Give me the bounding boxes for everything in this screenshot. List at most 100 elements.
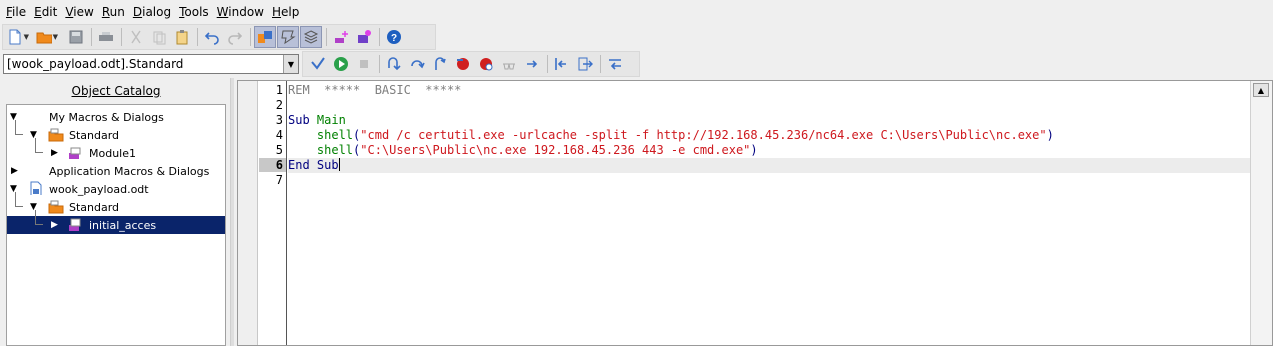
line-number: 1 [275, 83, 283, 97]
run-button[interactable] [330, 53, 352, 75]
arrow-left-icon [609, 59, 621, 70]
tree-item-module1[interactable]: ▶ Module1 [7, 138, 225, 162]
chevron-down-icon[interactable]: ▼ [283, 55, 298, 73]
redo-button[interactable] [224, 26, 246, 48]
menu-edit-label: dit [41, 5, 58, 19]
line-number: 5 [275, 143, 283, 157]
breakpoint-button[interactable] [452, 53, 474, 75]
menu-window-label: indow [228, 5, 264, 19]
folder-open-icon [36, 32, 52, 44]
object-catalog-panel: Object Catalog ▼ My Macros & Dialogs ▼ S… [5, 80, 227, 346]
chevron-down-icon[interactable]: ▼ [53, 33, 58, 41]
object-catalog-title: Object Catalog [71, 84, 161, 98]
object-catalog-tree[interactable]: ▼ My Macros & Dialogs ▼ Standard ▶ Modul… [6, 104, 226, 346]
select-macro-button[interactable] [277, 26, 299, 48]
code-text-area[interactable]: REM ***** BASIC ***** Sub Main shell("cm… [288, 81, 1250, 345]
menu-view[interactable]: View [61, 0, 97, 24]
menu-help-mnemonic: H [272, 5, 282, 19]
insert-dialog-button[interactable] [353, 26, 375, 48]
menu-window-mnemonic: W [216, 5, 229, 19]
collapsed-arrow-icon[interactable]: ▶ [11, 166, 18, 176]
module-icon [335, 31, 348, 43]
new-document-icon [9, 29, 21, 45]
scissors-icon [131, 30, 141, 44]
collapsed-arrow-icon[interactable]: ▶ [51, 220, 58, 230]
menu-window[interactable]: Window [213, 0, 268, 24]
code-line-6: End Sub [288, 158, 340, 172]
menu-edit[interactable]: Edit [30, 0, 61, 24]
tree-item-label: Standard [69, 128, 120, 142]
tree-connector [15, 120, 23, 135]
floppy-icon [69, 30, 83, 44]
help-button[interactable]: ? [383, 26, 405, 48]
select-module-button[interactable] [300, 26, 322, 48]
tree-item-initial-acces[interactable]: ▶ initial_acces [7, 210, 225, 234]
step-into-button[interactable] [383, 53, 405, 75]
undo-icon [204, 32, 219, 45]
tree-item-document[interactable]: ▼ wook_payload.odt [7, 180, 225, 198]
tree-item-label: wook_payload.odt [49, 182, 149, 196]
library-selector[interactable]: [wook_payload.odt].Standard ▼ [3, 54, 299, 74]
line-number: 2 [275, 98, 283, 112]
scroll-up-icon[interactable]: ▲ [1253, 83, 1269, 97]
export-icon [578, 57, 593, 71]
insert-module-button[interactable] [330, 26, 352, 48]
line-number: 7 [275, 173, 283, 187]
library-folder-icon [48, 200, 64, 214]
manage-breakpoints-button[interactable] [475, 53, 497, 75]
breakpoint-manage-icon [480, 58, 493, 71]
compile-button[interactable] [307, 53, 329, 75]
copy-icon [153, 31, 166, 45]
basic-ide-button[interactable] [254, 26, 276, 48]
stop-button[interactable] [353, 53, 375, 75]
layers-icon [303, 30, 319, 44]
play-icon [334, 57, 348, 71]
menu-run[interactable]: Run [98, 0, 129, 24]
import-icon [555, 58, 566, 70]
tree-item-label: Standard [69, 200, 120, 214]
library-selector-value: [wook_payload.odt].Standard [7, 57, 184, 71]
step-out-button[interactable] [429, 53, 451, 75]
panel-splitter[interactable] [230, 78, 234, 346]
tree-connector [15, 192, 23, 207]
breakpoint-margin[interactable] [238, 81, 258, 345]
copy-button[interactable] [148, 26, 170, 48]
watch-button[interactable] [498, 53, 520, 75]
arrow-right-icon [527, 60, 538, 68]
basic-ide-icon [258, 31, 272, 43]
tree-connector [35, 210, 43, 225]
menu-help[interactable]: Help [268, 0, 303, 24]
menu-bar: File Edit View Run Dialog Tools Window H… [0, 0, 1273, 24]
chevron-down-icon[interactable]: ▼ [24, 33, 29, 41]
basic-code-editor[interactable]: 1 2 3 4 5 6 7 REM ***** BASIC ***** Sub … [237, 80, 1273, 346]
save-button[interactable] [65, 26, 87, 48]
export-basic-button[interactable] [574, 53, 596, 75]
find-parentheses-button[interactable] [521, 53, 543, 75]
toolbar-separator [600, 55, 601, 73]
tree-item-my-macros[interactable]: ▼ My Macros & Dialogs [7, 108, 225, 126]
line-number-gutter: 1 2 3 4 5 6 7 [259, 81, 287, 345]
cut-button[interactable] [125, 26, 147, 48]
dialog-import-button[interactable] [604, 53, 626, 75]
macro-toolbar [302, 51, 640, 77]
svg-text:?: ? [391, 33, 397, 44]
new-document-button[interactable]: ▼ [7, 26, 29, 48]
menu-dialog[interactable]: Dialog [129, 0, 175, 24]
help-icon: ? [387, 30, 401, 44]
vertical-scrollbar[interactable]: ▲ [1250, 81, 1272, 345]
import-basic-button[interactable] [551, 53, 573, 75]
tree-item-application-macros[interactable]: ▶ Application Macros & Dialogs [7, 162, 225, 180]
step-over-button[interactable] [406, 53, 428, 75]
paste-button[interactable] [171, 26, 193, 48]
menu-view-label: iew [73, 5, 94, 19]
menu-tools[interactable]: Tools [175, 0, 213, 24]
module-icon [69, 147, 81, 159]
step-over-icon [411, 60, 425, 69]
print-button[interactable] [95, 26, 117, 48]
tree-item-label: initial_acces [89, 218, 157, 232]
undo-button[interactable] [201, 26, 223, 48]
open-button[interactable]: ▼ [36, 26, 58, 48]
clipboard-icon [176, 30, 188, 45]
menu-file[interactable]: File [2, 0, 30, 24]
collapsed-arrow-icon[interactable]: ▶ [51, 148, 58, 158]
